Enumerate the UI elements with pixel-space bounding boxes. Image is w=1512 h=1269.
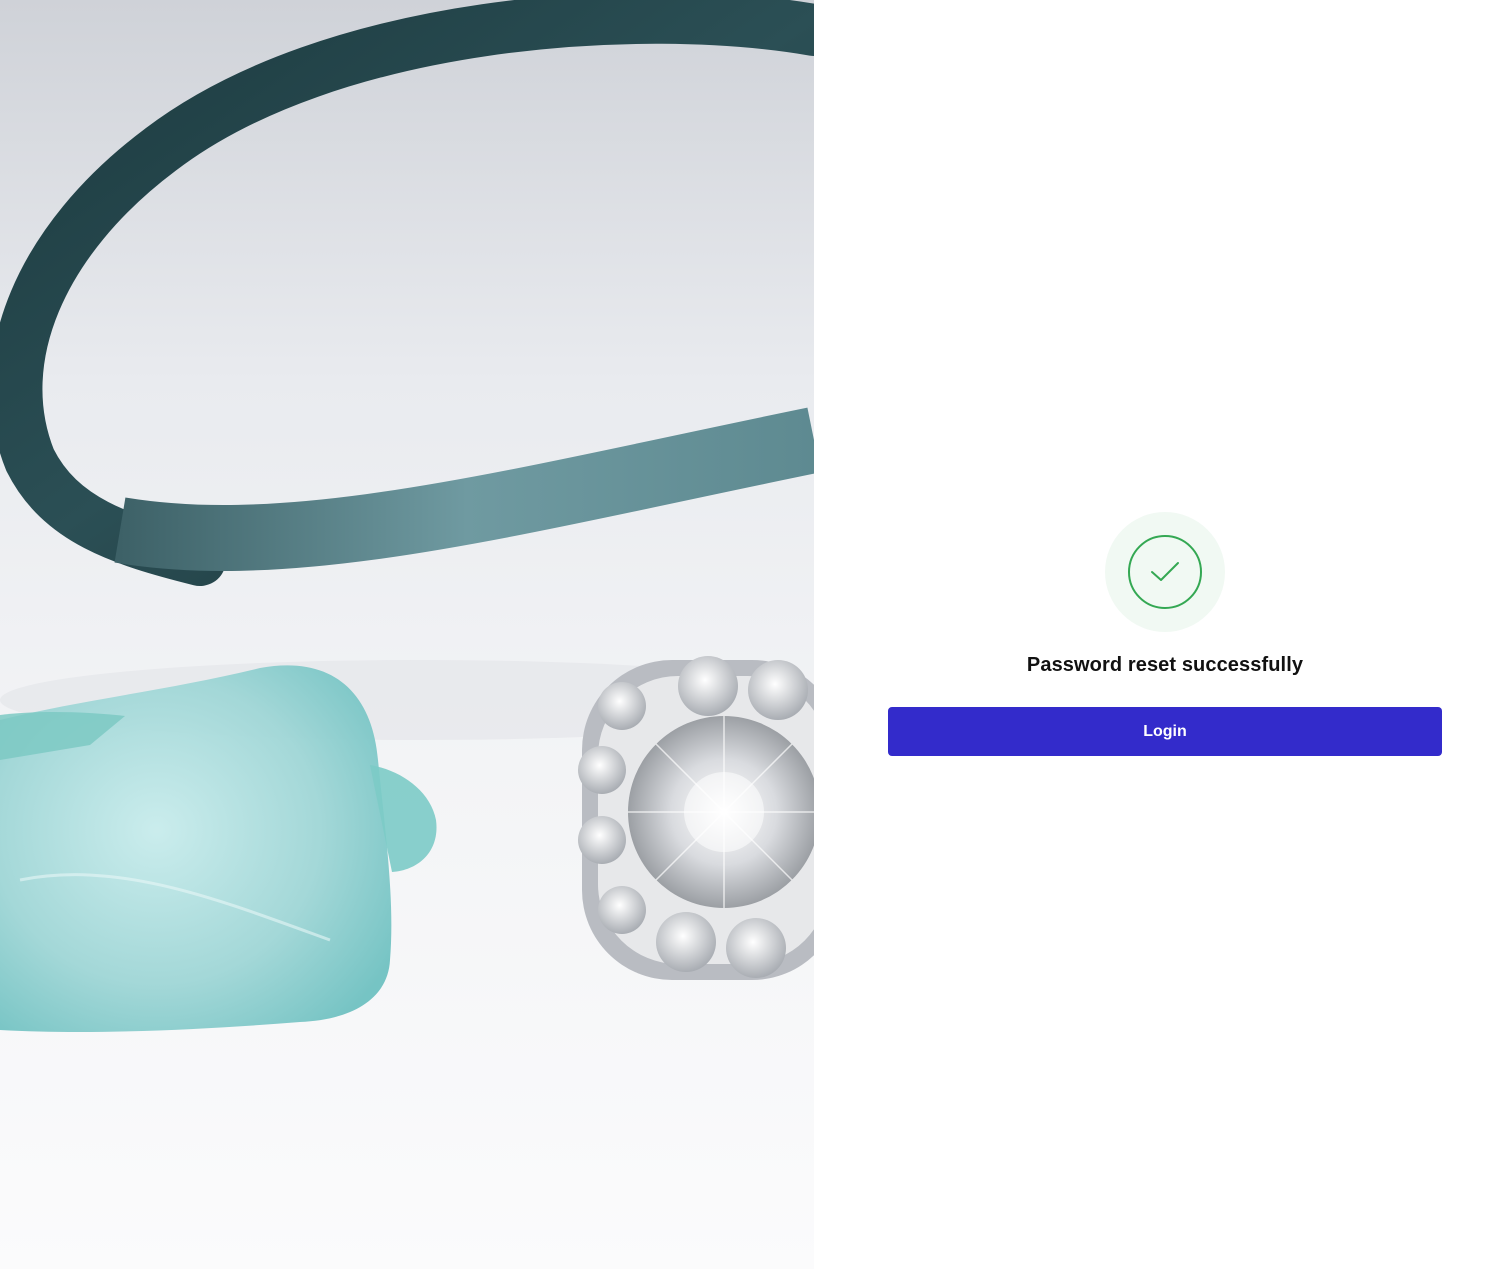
status-block: Password reset successfully Login bbox=[888, 512, 1442, 756]
jewelry-photo bbox=[0, 0, 814, 1269]
login-button[interactable]: Login bbox=[888, 707, 1442, 756]
check-circle-ring bbox=[1128, 535, 1202, 609]
reset-success-panel: Password reset successfully Login bbox=[814, 0, 1512, 1269]
checkmark-icon bbox=[1151, 562, 1179, 581]
diamond-ring-icon bbox=[578, 656, 814, 980]
hero-image bbox=[0, 0, 814, 1269]
status-title: Password reset successfully bbox=[1026, 654, 1304, 676]
auth-page: Password reset successfully Login bbox=[0, 0, 1512, 1269]
check-circle-icon bbox=[1105, 512, 1225, 632]
